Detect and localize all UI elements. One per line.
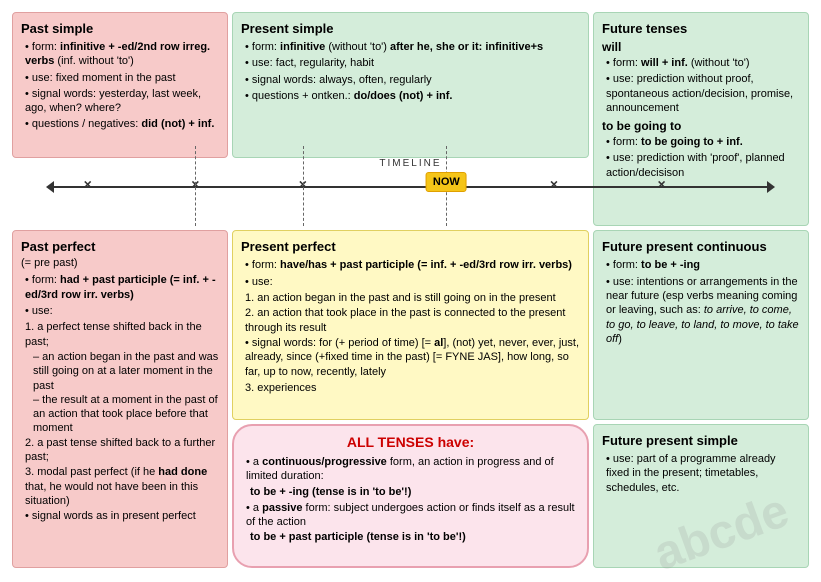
present-perfect-num-1: 1. an action began in the past and is st…: [245, 291, 580, 305]
past-simple-section: Past simple form: infinitive + -ed/2nd r…: [12, 12, 228, 158]
fps-use: use: part of a programme already fixed i…: [606, 452, 800, 495]
timeline-label: TIMELINE: [379, 158, 441, 169]
all-tenses-code-2: to be + past participle (tense is in 'to…: [250, 531, 579, 543]
timeline-x-5: ×: [550, 176, 558, 192]
present-simple-section: Present simple form: infinitive (without…: [232, 12, 589, 158]
past-simple-item-1: form: infinitive + -ed/2nd row irreg. ve…: [25, 40, 219, 69]
timeline-x-6: ×: [657, 176, 665, 192]
dashed-line-1: [195, 146, 196, 226]
past-perfect-num-2: 2. a past tense shifted back to a furthe…: [25, 436, 219, 465]
fpc-use: use: intentions or arrangements in the n…: [606, 275, 800, 346]
present-perfect-form: form: have/has + past participle (= inf.…: [245, 258, 580, 272]
past-perfect-signal: signal words as in present perfect: [25, 509, 219, 523]
will-title: will: [602, 40, 800, 54]
timeline-x-1: ×: [84, 176, 92, 192]
present-perfect-title: Present perfect: [241, 239, 580, 254]
past-perfect-item-use: use:: [25, 304, 219, 318]
present-simple-item-3: signal words: always, often, regularly: [245, 73, 580, 87]
present-perfect-num-3: 3. experiences: [245, 381, 580, 395]
going-to-title: to be going to: [602, 119, 800, 133]
present-simple-item-2: use: fact, regularity, habit: [245, 56, 580, 70]
all-tenses-code-1: to be + -ing (tense is in 'to be'!): [250, 486, 579, 498]
timeline-row: TIMELINE × × × × × × NOW: [12, 162, 809, 212]
fpc-form: form: to be + -ing: [606, 258, 800, 272]
past-perfect-section: Past perfect(= pre past) form: had + pas…: [12, 230, 228, 568]
past-perfect-sub-1a: – an action began in the past and was st…: [33, 350, 219, 393]
present-perfect-num-2: 2. an action that took place in the past…: [245, 306, 580, 335]
page-container: Past simple form: infinitive + -ed/2nd r…: [0, 0, 821, 580]
future-present-continuous-title: Future present continuous: [602, 239, 800, 254]
future-tenses-title: Future tenses: [602, 21, 800, 36]
present-perfect-use: use:: [245, 275, 580, 289]
all-tenses-continuous: a continuous/progressive form, an action…: [246, 455, 579, 484]
past-perfect-num-1: 1. a perfect tense shifted back in the p…: [25, 320, 219, 349]
all-tenses-title: ALL TENSES have:: [242, 434, 579, 450]
past-perfect-item-form: form: had + past participle (= inf. + -e…: [25, 273, 219, 302]
timeline-container: TIMELINE × × × × × × NOW: [12, 162, 809, 212]
past-simple-item-3: signal words: yesterday, last week, ago,…: [25, 87, 219, 116]
past-perfect-num-3: 3. modal past perfect (if he had done th…: [25, 465, 219, 508]
past-simple-item-2: use: fixed moment in the past: [25, 71, 219, 85]
present-simple-item-1: form: infinitive (without 'to') after he…: [245, 40, 580, 54]
future-present-continuous-section: Future present continuous form: to be + …: [593, 230, 809, 420]
all-tenses-passive: a passive form: subject undergoes action…: [246, 501, 579, 530]
now-marker: NOW: [426, 172, 467, 192]
timeline-arrow-right: [767, 181, 775, 193]
main-grid: Past simple form: infinitive + -ed/2nd r…: [10, 10, 811, 570]
future-present-simple-section: Future present simple use: part of a pro…: [593, 424, 809, 568]
will-item-2: use: prediction without proof, spontaneo…: [606, 72, 800, 115]
present-simple-title: Present simple: [241, 21, 580, 36]
past-simple-item-4: questions / negatives: did (not) + inf.: [25, 117, 219, 131]
will-item-1: form: will + inf. (without 'to'): [606, 56, 800, 70]
going-to-item-1: form: to be going to + inf.: [606, 135, 800, 149]
present-simple-item-4: questions + ontken.: do/does (not) + inf…: [245, 89, 580, 103]
timeline-line: TIMELINE × × × × × × NOW: [52, 186, 769, 188]
timeline-arrow-left: [46, 181, 54, 193]
past-perfect-sub-1b: – the result at a moment in the past of …: [33, 393, 219, 436]
present-perfect-section: Present perfect form: have/has + past pa…: [232, 230, 589, 420]
past-perfect-title: Past perfect(= pre past): [21, 239, 219, 269]
past-simple-title: Past simple: [21, 21, 219, 36]
future-present-simple-title: Future present simple: [602, 433, 800, 448]
dashed-line-2: [303, 146, 304, 226]
all-tenses-section: ALL TENSES have: a continuous/progressiv…: [232, 424, 589, 568]
present-perfect-signal: signal words: for (+ period of time) [= …: [245, 336, 580, 379]
